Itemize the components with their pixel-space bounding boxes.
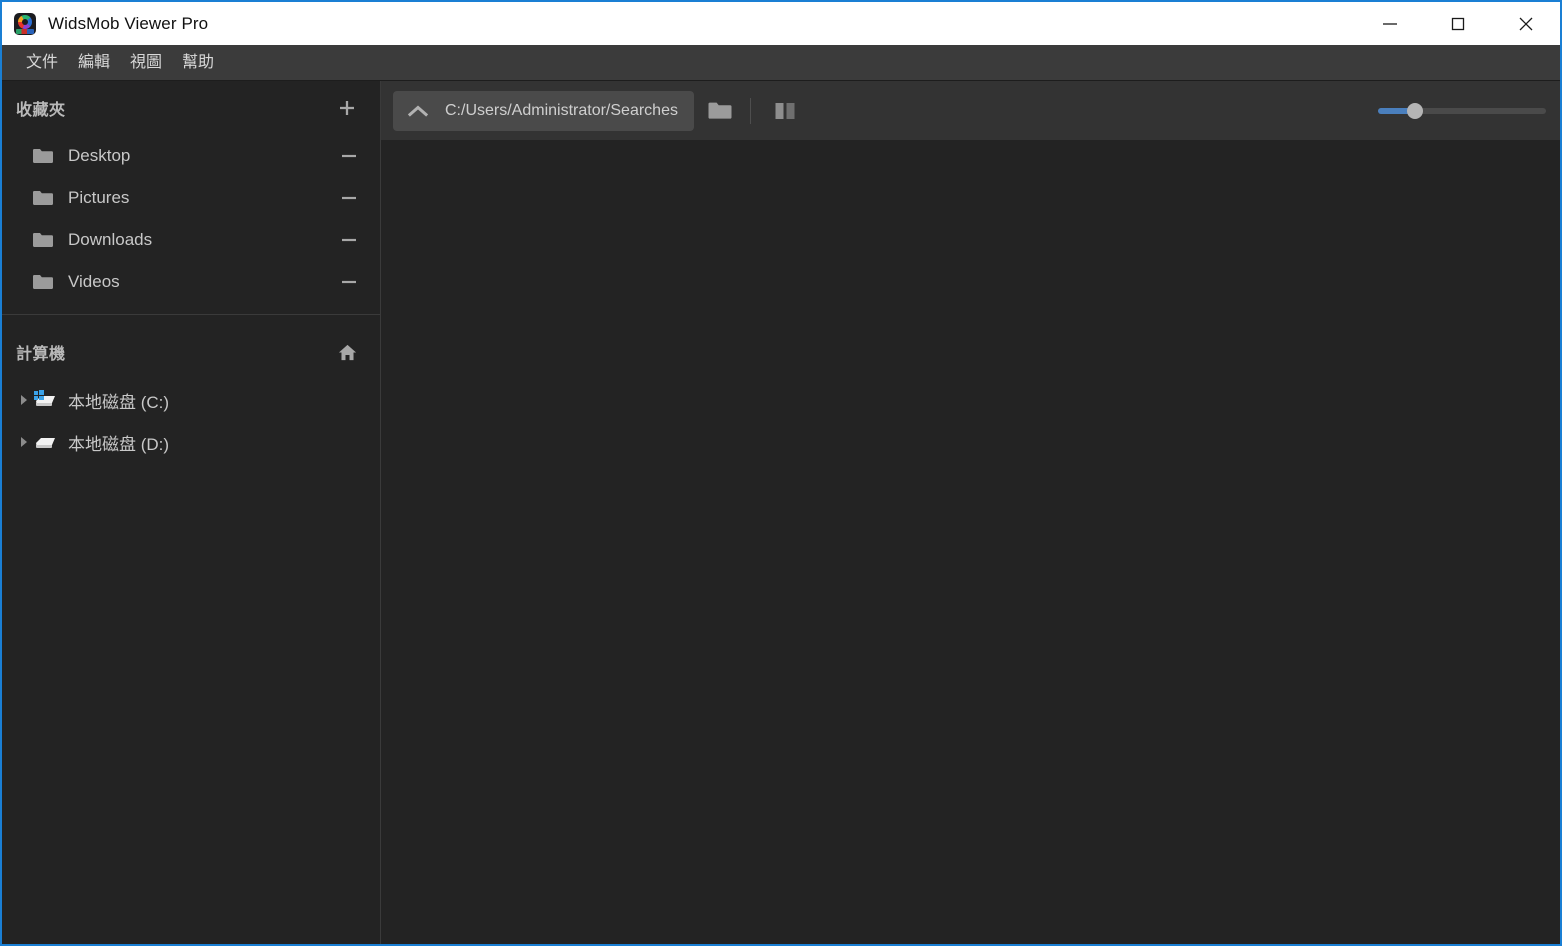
menu-item-view[interactable]: 視圖 <box>120 45 172 81</box>
sidebar-item-label: Pictures <box>68 188 130 207</box>
remove-favorite-button[interactable] <box>338 229 360 251</box>
minimize-button[interactable] <box>1356 2 1424 45</box>
sidebar-item-label: Videos <box>68 272 120 291</box>
folder-open-icon <box>708 102 732 119</box>
window-title: WidsMob Viewer Pro <box>48 13 209 33</box>
sidebar-item-label: Downloads <box>68 230 153 249</box>
sidebar-item-videos[interactable]: Videos <box>2 261 380 303</box>
folder-icon <box>32 273 58 291</box>
remove-favorite-button[interactable] <box>338 187 360 209</box>
body-split: 收藏夾 Desktop Pictures Downloads Videos 計算… <box>2 81 1560 944</box>
sidebar-item-pictures[interactable]: Pictures <box>2 177 380 219</box>
sidebar-item-desktop[interactable]: Desktop <box>2 135 380 177</box>
application-window: WidsMob Viewer Pro 文件 編輯 視圖 幫助 收藏夾 Deskt… <box>0 0 1562 946</box>
widsmob-logo-icon <box>14 12 36 35</box>
content-area: C:/Users/Administrator/Searches <box>381 81 1560 944</box>
slider-handle[interactable] <box>1406 102 1423 119</box>
title-bar: WidsMob Viewer Pro <box>2 2 1560 45</box>
menu-item-file[interactable]: 文件 <box>16 45 68 81</box>
maximize-icon <box>1451 17 1465 30</box>
menu-item-edit[interactable]: 編輯 <box>68 45 120 81</box>
sidebar-item-drive-c[interactable]: 本地磁盘 (C:) <box>2 379 380 421</box>
favorites-header: 收藏夾 <box>2 81 380 135</box>
folder-icon <box>32 231 58 249</box>
remove-favorite-button[interactable] <box>338 271 360 293</box>
logo-wordmark <box>16 28 34 34</box>
sidebar-item-drive-d[interactable]: 本地磁盘 (D:) <box>2 421 380 463</box>
minus-icon <box>342 238 356 242</box>
sidebar-item-downloads[interactable]: Downloads <box>2 219 380 261</box>
menu-bar: 文件 編輯 視圖 幫助 <box>2 45 1560 81</box>
hard-drive-icon <box>32 431 58 453</box>
computer-title: 計算機 <box>16 346 66 363</box>
favorites-title: 收藏夾 <box>16 102 66 119</box>
logo-ring <box>18 14 32 29</box>
sidebar-item-label: 本地磁盘 (C:) <box>68 392 170 412</box>
minus-icon <box>342 154 356 158</box>
menu-item-help[interactable]: 幫助 <box>172 45 224 81</box>
path-input[interactable]: C:/Users/Administrator/Searches <box>445 102 678 120</box>
window-controls <box>1356 2 1560 45</box>
minus-icon <box>342 196 356 200</box>
triangle-right-icon[interactable] <box>16 436 32 448</box>
remove-favorite-button[interactable] <box>338 145 360 167</box>
folder-icon <box>32 189 58 207</box>
split-view-icon <box>775 102 795 119</box>
add-favorite-button[interactable] <box>334 95 360 121</box>
computer-header: 計算機 <box>2 325 380 379</box>
hard-drive-windows-icon <box>32 389 58 411</box>
home-icon <box>338 344 356 360</box>
sidebar-item-label: Desktop <box>68 146 131 165</box>
minus-icon <box>342 280 356 284</box>
sidebar: 收藏夾 Desktop Pictures Downloads Videos 計算… <box>2 81 381 944</box>
triangle-right-icon[interactable] <box>16 394 32 406</box>
thumbnail-size-slider[interactable] <box>1378 101 1546 121</box>
maximize-button[interactable] <box>1424 2 1492 45</box>
home-button[interactable] <box>334 339 360 365</box>
toolbar: C:/Users/Administrator/Searches <box>381 81 1560 140</box>
plus-icon <box>340 101 354 115</box>
folder-icon <box>32 147 58 165</box>
toolbar-separator <box>749 97 751 124</box>
split-view-button[interactable] <box>763 91 807 131</box>
minimize-icon <box>1383 22 1397 25</box>
image-viewer-area[interactable] <box>381 140 1560 944</box>
open-folder-button[interactable] <box>698 91 742 131</box>
navigate-up-button[interactable] <box>403 96 433 126</box>
chevron-up-icon <box>407 105 429 117</box>
sidebar-item-label: 本地磁盘 (D:) <box>68 434 170 454</box>
path-bar[interactable]: C:/Users/Administrator/Searches <box>393 90 694 131</box>
close-button[interactable] <box>1492 2 1560 45</box>
close-icon <box>1519 17 1533 30</box>
